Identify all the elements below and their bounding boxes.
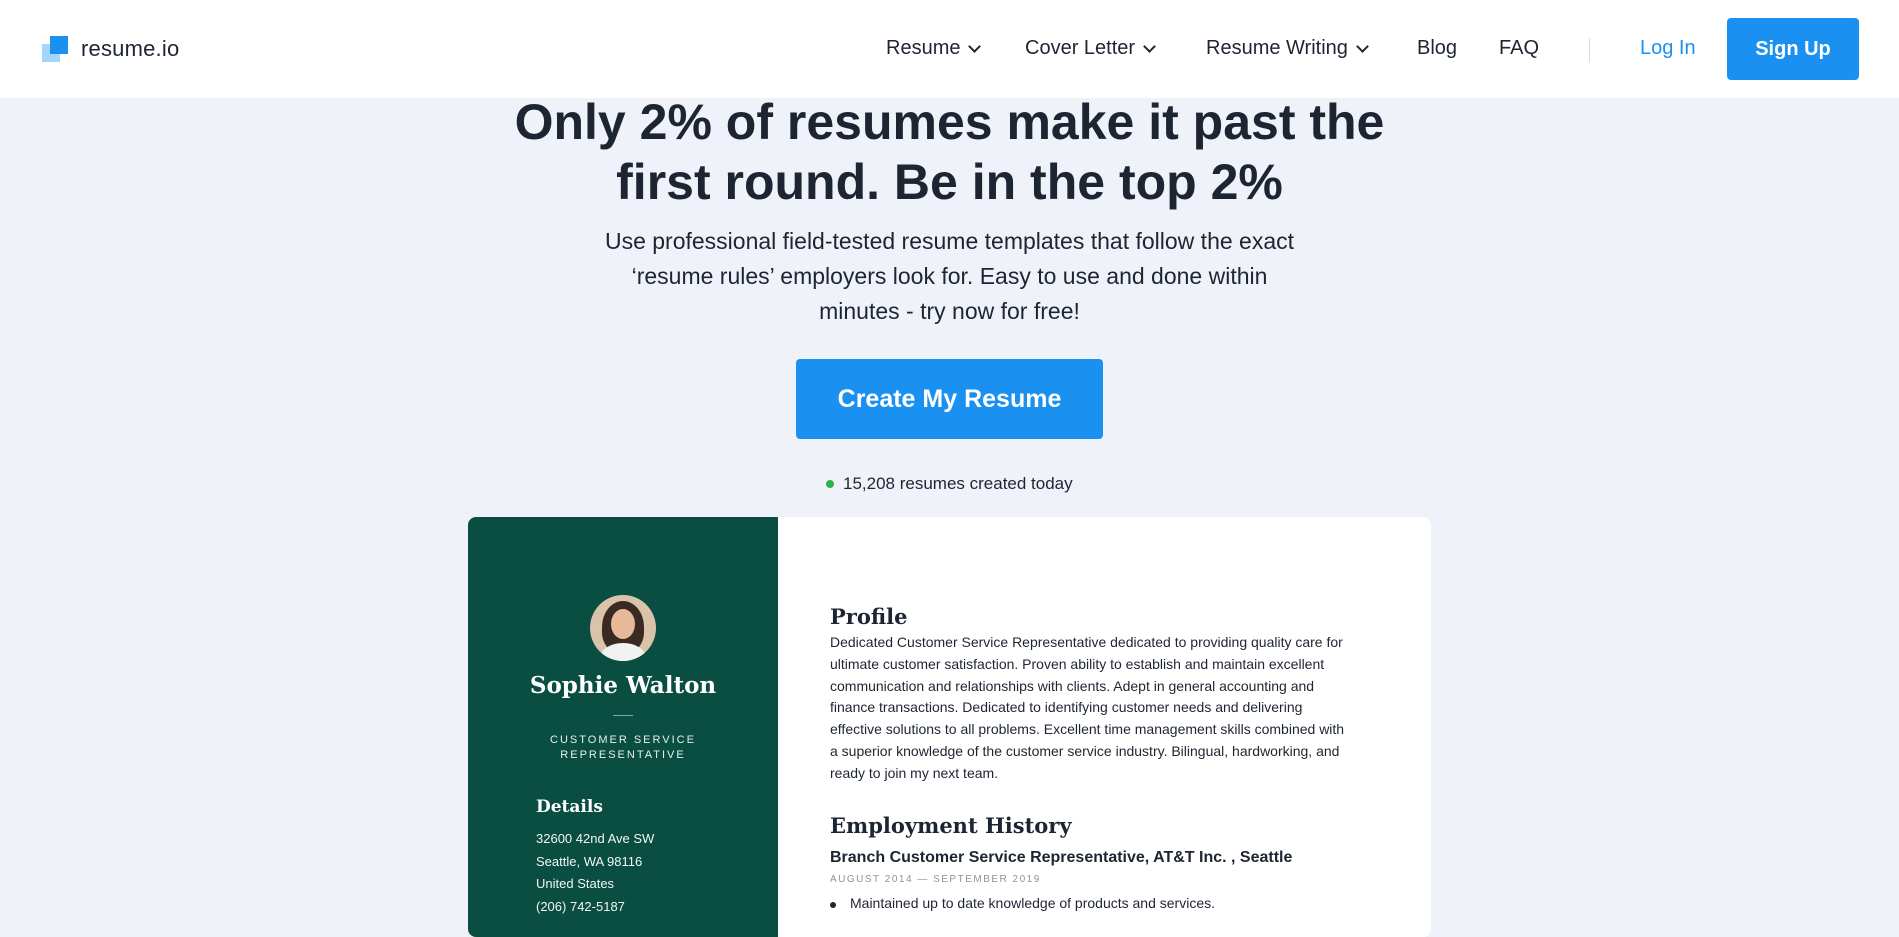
logo[interactable]: resume.io bbox=[40, 34, 179, 64]
profile-line: ultimate customer satisfaction. Proven a… bbox=[830, 655, 1325, 672]
details-heading: Details bbox=[536, 797, 603, 817]
profile-line: finance transactions. Dedicated to ident… bbox=[830, 699, 1303, 716]
resume-name: Sophie Walton bbox=[529, 672, 717, 699]
chevron-down-icon bbox=[968, 39, 982, 53]
hero-subtitle-line2: ‘resume rules’ employers look for. Easy … bbox=[631, 263, 1268, 289]
site-header: resume.io Resume Cover Letter Resume Wri… bbox=[0, 0, 1899, 98]
job-dates: AUGUST 2014 — SEPTEMBER 2019 bbox=[830, 874, 1041, 885]
login-link[interactable]: Log In bbox=[1640, 37, 1696, 60]
resume-role-line2: REPRESENTATIVE bbox=[560, 749, 686, 761]
hero-subtitle-line3: minutes - try now for free! bbox=[819, 298, 1080, 324]
job-bullet: Maintained up to date knowledge of produ… bbox=[829, 895, 1216, 911]
avatar bbox=[590, 595, 656, 661]
profile-line: a superior knowledge of the customer ser… bbox=[830, 742, 1340, 759]
create-resume-button[interactable]: Create My Resume bbox=[796, 359, 1103, 439]
resume-sidebar: Sophie Walton CUSTOMER SERVICE REPRESENT… bbox=[468, 517, 778, 937]
nav-resume[interactable]: Resume bbox=[886, 37, 982, 60]
logo-icon bbox=[40, 34, 70, 64]
hero-subtitle-line1: Use professional field-tested resume tem… bbox=[604, 228, 1295, 254]
nav-resume-label: Resume bbox=[886, 37, 961, 59]
nav-cover-letter[interactable]: Cover Letter bbox=[1025, 37, 1156, 60]
nav-cover-letter-label: Cover Letter bbox=[1025, 37, 1136, 59]
nav-blog-label: Blog bbox=[1417, 37, 1458, 59]
nav-divider bbox=[1589, 38, 1590, 62]
nav-faq[interactable]: FAQ bbox=[1499, 37, 1539, 60]
profile-line: ready to join my next team. bbox=[830, 764, 999, 781]
profile-line: communication and relationships with cli… bbox=[830, 677, 1315, 694]
hero-title-line1: Only 2% of resumes make it past the bbox=[514, 94, 1385, 150]
nav-resume-writing[interactable]: Resume Writing bbox=[1206, 37, 1369, 60]
job-title: Branch Customer Service Representative, … bbox=[830, 849, 1293, 866]
nav-resume-writing-label: Resume Writing bbox=[1206, 37, 1348, 59]
profile-line: effective solutions to all problems. Exc… bbox=[830, 721, 1345, 738]
details-address: 32600 42nd Ave SW bbox=[536, 831, 655, 846]
profile-text: Dedicated Customer Service Representativ… bbox=[830, 632, 1385, 785]
details-list: 32600 42nd Ave SW Seattle, WA 98116 Unit… bbox=[536, 828, 654, 918]
resume-counter: 15,208 resumes created today bbox=[826, 474, 1073, 494]
details-phone: (206) 742-5187 bbox=[536, 898, 625, 914]
name-divider bbox=[613, 715, 633, 716]
hero-title: Only 2% of resumes make it past the firs… bbox=[450, 92, 1449, 212]
resume-role-line1: CUSTOMER SERVICE bbox=[550, 734, 696, 746]
chevron-down-icon bbox=[1143, 39, 1156, 53]
profile-line: Dedicated Customer Service Representativ… bbox=[830, 634, 1343, 650]
chevron-down-icon bbox=[1356, 39, 1369, 53]
profile-heading: Profile bbox=[830, 604, 908, 629]
resume-role: CUSTOMER SERVICE REPRESENTATIVE bbox=[468, 733, 778, 763]
hero-title-line2: first round. Be in the top 2% bbox=[616, 154, 1283, 210]
details-country: United States bbox=[536, 876, 615, 891]
hero-subtitle: Use professional field-tested resume tem… bbox=[560, 224, 1339, 329]
logo-text: resume.io bbox=[81, 36, 180, 61]
resume-counter-text: 15,208 resumes created today bbox=[843, 474, 1073, 493]
nav-blog[interactable]: Blog bbox=[1417, 37, 1457, 60]
resume-preview: Sophie Walton CUSTOMER SERVICE REPRESENT… bbox=[468, 517, 1431, 937]
nav-faq-label: FAQ bbox=[1499, 37, 1540, 59]
details-city: Seattle, WA 98116 bbox=[536, 853, 643, 869]
employment-heading: Employment History bbox=[830, 813, 1072, 838]
live-dot-icon bbox=[826, 480, 834, 488]
signup-button[interactable]: Sign Up bbox=[1727, 18, 1859, 80]
